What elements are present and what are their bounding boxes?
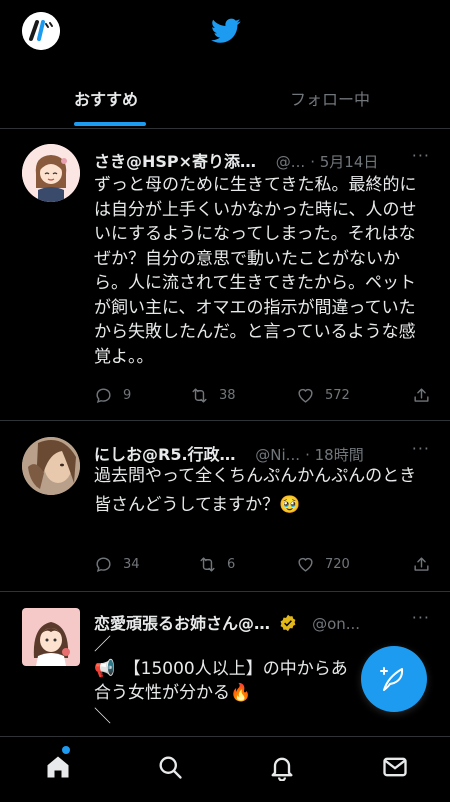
author-name[interactable]: にしお@R5.行政…	[94, 445, 236, 463]
tweet-header: にしお@R5.行政… @Ni... · 18時間	[94, 445, 364, 463]
share-icon	[414, 557, 429, 571]
home-icon	[47, 756, 69, 778]
tweet-item[interactable]: にしお@R5.行政… @Ni... · 18時間 ··· 過去問やって全くちんぷ…	[0, 421, 450, 592]
tweet-actions: 34 6 720	[94, 555, 434, 577]
top-header: おすすめ フォロー中	[0, 0, 450, 129]
tweet-text: ずっと母のために生きてきた私。最終的には自分が上手くいかなかった時に、人のせいに…	[94, 175, 417, 367]
compose-feather-icon	[380, 667, 404, 691]
author-handle: @...	[275, 153, 306, 170]
tweet-header: 恋愛頑張るお姉さん@… @on...	[94, 610, 414, 632]
reply-icon	[96, 388, 111, 403]
retweet-count: 6	[227, 557, 236, 572]
author-name[interactable]: さき@HSP×寄り添…	[94, 152, 256, 170]
tab-following[interactable]: フォロー中	[290, 86, 370, 110]
author-handle: @on...	[312, 615, 361, 632]
reply-count: 9	[123, 388, 132, 403]
author-avatar[interactable]	[22, 608, 80, 666]
author-avatar[interactable]	[22, 144, 80, 202]
retweet-button[interactable]: 6	[198, 555, 235, 574]
verified-badge-icon	[279, 614, 297, 632]
heart-icon	[298, 388, 313, 403]
reply-button[interactable]: 9	[94, 386, 131, 405]
author-name[interactable]: 恋愛頑張るお姉さん@…	[94, 614, 270, 632]
twitter-bird-icon[interactable]	[211, 18, 241, 44]
bell-icon	[271, 757, 293, 782]
retweet-icon	[192, 388, 207, 403]
more-options-icon[interactable]: ···	[412, 146, 430, 165]
author-avatar[interactable]	[22, 437, 80, 495]
like-button[interactable]: 720	[296, 555, 350, 574]
author-handle: @Ni...	[255, 446, 300, 463]
search-icon	[159, 756, 182, 779]
tweet-time[interactable]: 18時間	[315, 446, 364, 463]
retweet-icon	[200, 557, 215, 572]
nav-messages[interactable]	[381, 753, 411, 783]
profile-avatar[interactable]	[22, 12, 60, 50]
nav-home[interactable]	[44, 753, 74, 783]
tab-recommended[interactable]: おすすめ	[74, 86, 138, 110]
reply-count: 34	[123, 557, 140, 572]
tweet-text: 過去問やって全くちんぷんかんぷんのとき 皆さんどうしてますか？🥹	[94, 464, 430, 517]
nav-search[interactable]	[156, 753, 186, 783]
retweet-button[interactable]: 38	[190, 386, 236, 405]
timeline-tabs: おすすめ フォロー中	[0, 76, 450, 128]
mail-icon	[383, 757, 407, 777]
reply-icon	[96, 557, 111, 572]
share-icon	[414, 388, 429, 402]
tweet-text-line: 皆さんどうしてますか？🥹	[94, 494, 301, 515]
tweet-header: さき@HSP×寄り添… @... · 5月14日	[94, 152, 379, 170]
new-content-dot	[62, 746, 70, 754]
like-count: 572	[325, 388, 350, 403]
more-options-icon[interactable]: ···	[412, 608, 430, 627]
like-count: 720	[325, 557, 350, 572]
tweet-actions: 9 38 572	[94, 386, 434, 408]
like-button[interactable]: 572	[296, 386, 350, 405]
reply-button[interactable]: 34	[94, 555, 140, 574]
share-button[interactable]	[412, 555, 431, 574]
share-button[interactable]	[412, 386, 431, 405]
tweet-text-line: 過去問やって全くちんぷんかんぷんのとき	[94, 466, 417, 486]
active-tab-indicator	[74, 122, 146, 126]
more-options-icon[interactable]: ···	[412, 439, 430, 458]
nav-notifications[interactable]	[268, 753, 298, 783]
compose-tweet-button[interactable]	[361, 646, 427, 712]
tweet-item[interactable]: さき@HSP×寄り添… @... · 5月14日 ··· ずっと母のために生きて…	[0, 130, 450, 421]
heart-icon	[298, 557, 313, 572]
tweet-time[interactable]: 5月14日	[320, 153, 379, 170]
retweet-count: 38	[219, 388, 236, 403]
